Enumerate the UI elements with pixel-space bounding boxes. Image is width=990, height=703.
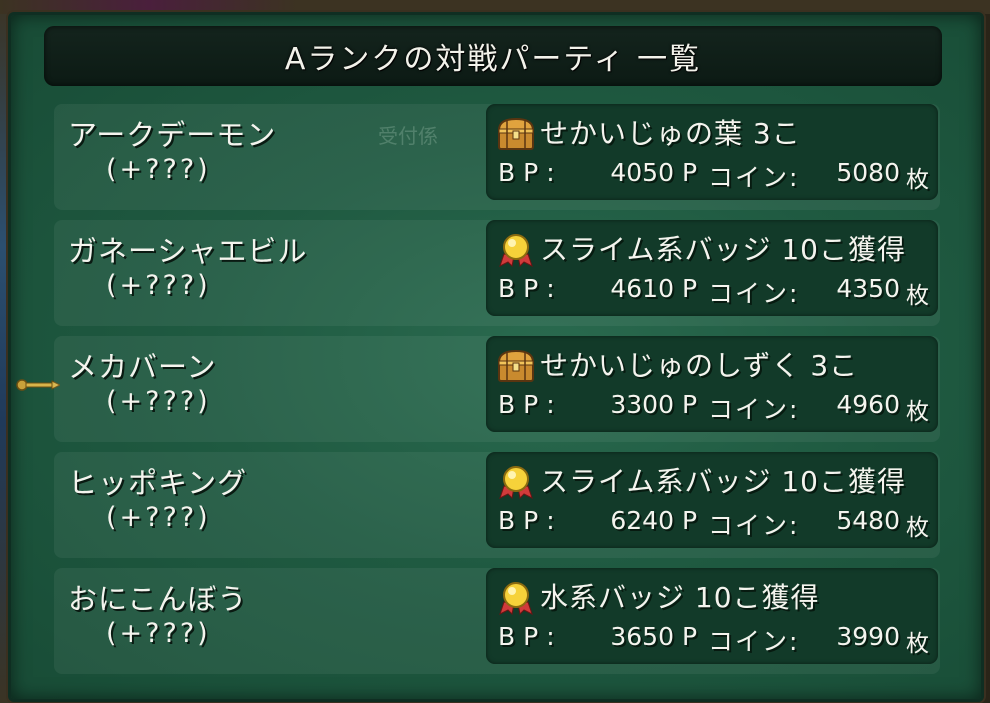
bp-unit: P [682, 390, 698, 419]
bp-label: BP: [498, 158, 563, 187]
party-row[interactable]: アークデーモン (+???) せかいじゅの葉 3こ BP: 4050 P コイン… [54, 104, 940, 210]
reward-box: せかいじゅのしずく 3こ BP: 3300 P コイン: 4960 枚 [486, 336, 938, 432]
party-row[interactable]: メカバーン (+???) せかいじゅのしずく 3こ BP: 3300 P コイン… [54, 336, 940, 442]
medal-icon [499, 234, 533, 268]
reward-text: せかいじゅのしずく 3こ [540, 349, 859, 382]
party-name: メカバーン [68, 350, 217, 384]
coin-value: 4350 [836, 274, 900, 303]
coin-label: コイン: [708, 511, 800, 540]
bp-label: BP: [498, 506, 563, 535]
coin-unit: 枚 [906, 515, 929, 541]
reward-box: スライム系バッジ 10こ獲得 BP: 4610 P コイン: 4350 枚 [486, 220, 938, 316]
party-name: ヒッポキング [68, 466, 248, 500]
party-name: アークデーモン [68, 118, 277, 152]
coin-unit: 枚 [906, 399, 929, 425]
bp-value: 3650 [610, 622, 674, 651]
coin-label: コイン: [708, 163, 800, 192]
treasure-chest-icon [497, 349, 535, 382]
party-name: ガネーシャエビル [68, 234, 308, 268]
coin-unit: 枚 [906, 631, 929, 657]
bp-value: 4050 [610, 158, 674, 187]
party-level: (+???) [106, 502, 211, 533]
coin-value: 3990 [836, 622, 900, 651]
reward-text: スライム系バッジ 10こ獲得 [540, 233, 906, 266]
bp-unit: P [682, 622, 698, 651]
coin-label: コイン: [708, 279, 800, 308]
coin-unit: 枚 [906, 283, 929, 309]
medal-icon [499, 582, 533, 616]
coin-value: 4960 [836, 390, 900, 419]
medal-icon [499, 466, 533, 500]
party-level: (+???) [106, 618, 211, 649]
bp-unit: P [682, 506, 698, 535]
coin-unit: 枚 [906, 167, 929, 193]
reward-box: スライム系バッジ 10こ獲得 BP: 6240 P コイン: 5480 枚 [486, 452, 938, 548]
reward-box: 水系バッジ 10こ獲得 BP: 3650 P コイン: 3990 枚 [486, 568, 938, 664]
bp-value: 3300 [610, 390, 674, 419]
reward-box: せかいじゅの葉 3こ BP: 4050 P コイン: 5080 枚 [486, 104, 938, 200]
party-row[interactable]: ガネーシャエビル (+???) スライム系バッジ 10こ獲得 BP: 4610 … [54, 220, 940, 326]
reward-text: 水系バッジ 10こ獲得 [540, 581, 820, 614]
party-row[interactable]: ヒッポキング (+???) スライム系バッジ 10こ獲得 BP: 6240 P … [54, 452, 940, 558]
bp-unit: P [682, 274, 698, 303]
party-row[interactable]: おにこんぼう (+???) 水系バッジ 10こ獲得 BP: 3650 P コイン… [54, 568, 940, 674]
reward-text: スライム系バッジ 10こ獲得 [540, 465, 906, 498]
coin-label: コイン: [708, 395, 800, 424]
party-level: (+???) [106, 270, 211, 301]
coin-label: コイン: [708, 627, 800, 656]
bp-label: BP: [498, 622, 563, 651]
bp-unit: P [682, 158, 698, 187]
bp-value: 4610 [610, 274, 674, 303]
bp-value: 6240 [610, 506, 674, 535]
coin-value: 5480 [836, 506, 900, 535]
coin-value: 5080 [836, 158, 900, 187]
party-level: (+???) [106, 154, 211, 185]
page-title: Aランクの対戦パーティ 一覧 [284, 42, 702, 77]
bp-label: BP: [498, 390, 563, 419]
title-bar: Aランクの対戦パーティ 一覧 [44, 26, 942, 86]
party-level: (+???) [106, 386, 211, 417]
party-name: おにこんぼう [68, 582, 248, 616]
treasure-chest-icon [497, 117, 535, 150]
reward-text: せかいじゅの葉 3こ [540, 117, 801, 150]
bp-label: BP: [498, 274, 563, 303]
